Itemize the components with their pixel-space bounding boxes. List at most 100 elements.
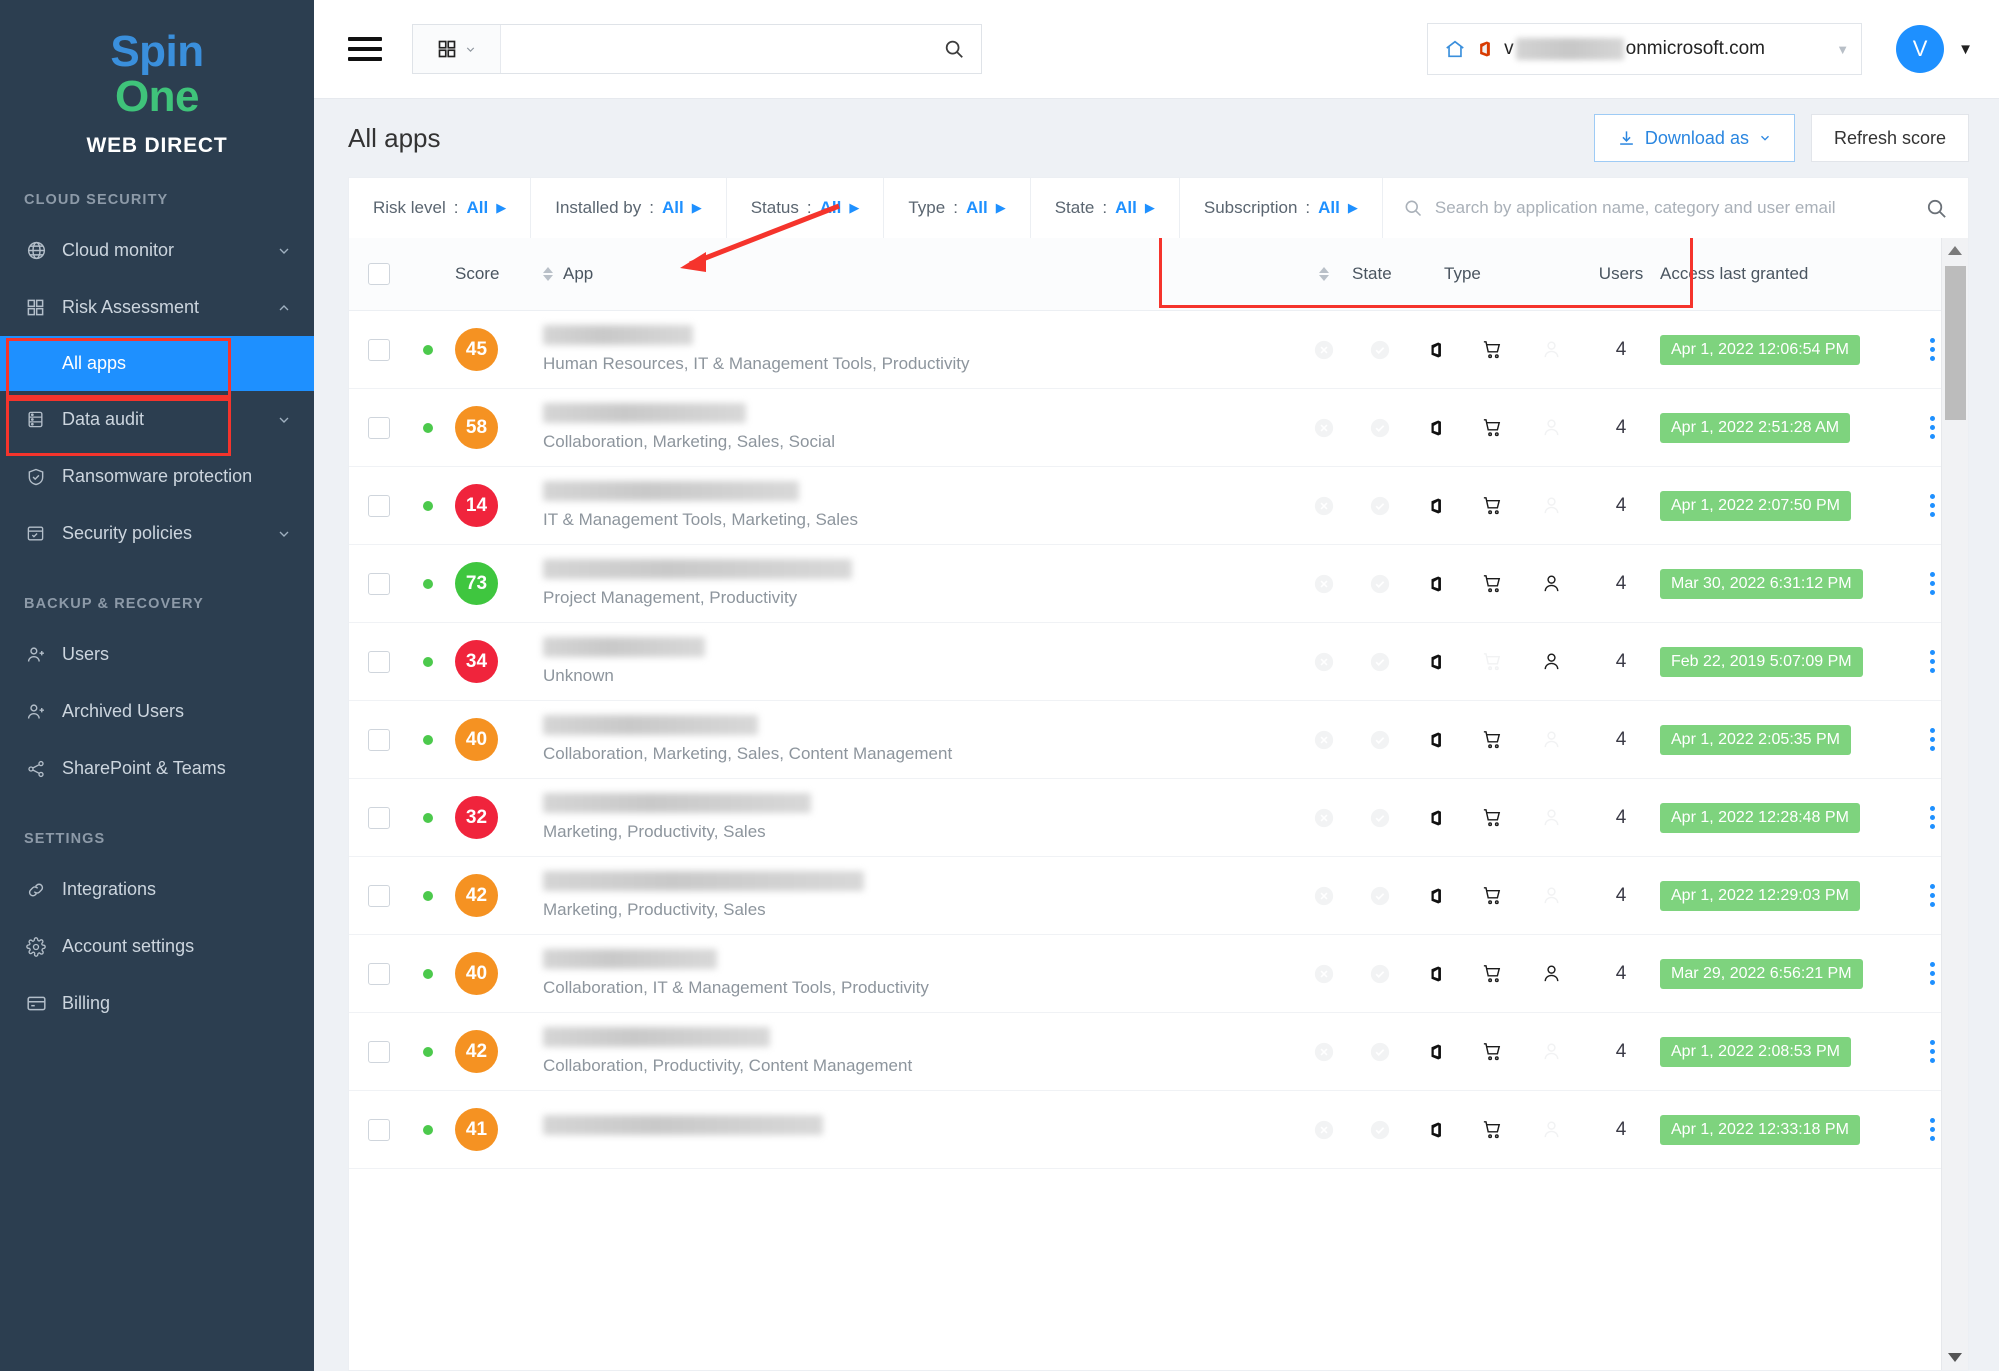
row-checkbox[interactable]: [368, 807, 390, 829]
check-circle-icon[interactable]: [1369, 495, 1391, 517]
tenant-selector[interactable]: v onmicrosoft.com ▼: [1427, 23, 1862, 75]
kebab-menu-icon[interactable]: [1930, 884, 1935, 907]
table-row[interactable]: 45Human Resources, IT & Management Tools…: [349, 311, 1968, 389]
app-cell[interactable]: Collaboration, Productivity, Content Man…: [533, 1027, 1296, 1076]
check-circle-icon[interactable]: [1369, 807, 1391, 829]
scroll-down-arrow-icon[interactable]: [1948, 1353, 1962, 1362]
state-disabled-cell[interactable]: [1296, 1119, 1352, 1141]
global-search-field[interactable]: [501, 25, 981, 73]
scrollbar-thumb[interactable]: [1945, 266, 1966, 420]
sort-app-icon[interactable]: [543, 267, 553, 281]
filter-state[interactable]: State: All ▶: [1031, 178, 1180, 238]
app-cell[interactable]: IT & Management Tools, Marketing, Sales: [533, 481, 1296, 530]
application-search-field[interactable]: [1383, 178, 1968, 238]
download-as-button[interactable]: Download as: [1594, 114, 1795, 162]
row-checkbox[interactable]: [368, 1041, 390, 1063]
table-row[interactable]: 42Collaboration, Productivity, Content M…: [349, 1013, 1968, 1091]
row-checkbox[interactable]: [368, 885, 390, 907]
caret-down-icon[interactable]: ▼: [1958, 41, 1973, 58]
check-circle-icon[interactable]: [1369, 885, 1391, 907]
x-circle-icon[interactable]: [1313, 885, 1335, 907]
state-enabled-cell[interactable]: [1352, 729, 1408, 751]
filter-status[interactable]: Status: All ▶: [727, 178, 885, 238]
state-disabled-cell[interactable]: [1296, 963, 1352, 985]
kebab-menu-icon[interactable]: [1930, 728, 1935, 751]
app-cell[interactable]: Collaboration, Marketing, Sales, Social: [533, 403, 1296, 452]
state-disabled-cell[interactable]: [1296, 573, 1352, 595]
x-circle-icon[interactable]: [1313, 339, 1335, 361]
x-circle-icon[interactable]: [1313, 807, 1335, 829]
state-disabled-cell[interactable]: [1296, 729, 1352, 751]
check-circle-icon[interactable]: [1369, 339, 1391, 361]
state-disabled-cell[interactable]: [1296, 885, 1352, 907]
state-enabled-cell[interactable]: [1352, 1119, 1408, 1141]
check-circle-icon[interactable]: [1369, 1041, 1391, 1063]
app-cell[interactable]: Project Management, Productivity: [533, 559, 1296, 608]
table-row[interactable]: 14IT & Management Tools, Marketing, Sale…: [349, 467, 1968, 545]
avatar[interactable]: V: [1896, 25, 1944, 73]
state-disabled-cell[interactable]: [1296, 651, 1352, 673]
row-checkbox[interactable]: [368, 573, 390, 595]
state-disabled-cell[interactable]: [1296, 1041, 1352, 1063]
check-circle-icon[interactable]: [1369, 651, 1391, 673]
state-disabled-cell[interactable]: [1296, 339, 1352, 361]
refresh-score-button[interactable]: Refresh score: [1811, 114, 1969, 162]
state-enabled-cell[interactable]: [1352, 963, 1408, 985]
state-disabled-cell[interactable]: [1296, 495, 1352, 517]
search-submit-icon[interactable]: [1925, 197, 1948, 220]
state-enabled-cell[interactable]: [1352, 1041, 1408, 1063]
check-circle-icon[interactable]: [1369, 573, 1391, 595]
sidebar-item-all-apps[interactable]: All apps: [0, 336, 314, 391]
apps-grid-button[interactable]: [413, 25, 501, 73]
app-cell[interactable]: Marketing, Productivity, Sales: [533, 793, 1296, 842]
sidebar-item-risk-assessment[interactable]: Risk Assessment: [0, 279, 314, 336]
state-enabled-cell[interactable]: [1352, 495, 1408, 517]
kebab-menu-icon[interactable]: [1930, 1118, 1935, 1141]
row-checkbox[interactable]: [368, 1119, 390, 1141]
table-row[interactable]: 40Collaboration, IT & Management Tools, …: [349, 935, 1968, 1013]
vertical-scrollbar[interactable]: [1941, 238, 1968, 1370]
row-checkbox[interactable]: [368, 339, 390, 361]
sidebar-item-users[interactable]: Users: [0, 626, 314, 683]
kebab-menu-icon[interactable]: [1930, 806, 1935, 829]
sidebar-item-integrations[interactable]: Integrations: [0, 861, 314, 918]
app-cell[interactable]: Collaboration, Marketing, Sales, Content…: [533, 715, 1296, 764]
sidebar-item-billing[interactable]: Billing: [0, 975, 314, 1032]
sidebar-item-sharepoint-teams[interactable]: SharePoint & Teams: [0, 740, 314, 797]
table-row[interactable]: 58Collaboration, Marketing, Sales, Socia…: [349, 389, 1968, 467]
x-circle-icon[interactable]: [1313, 495, 1335, 517]
state-enabled-cell[interactable]: [1352, 417, 1408, 439]
table-row[interactable]: 32Marketing, Productivity, Sales4Apr 1, …: [349, 779, 1968, 857]
row-checkbox[interactable]: [368, 495, 390, 517]
state-disabled-cell[interactable]: [1296, 417, 1352, 439]
sidebar-item-ransomware-protection[interactable]: Ransomware protection: [0, 448, 314, 505]
kebab-menu-icon[interactable]: [1930, 494, 1935, 517]
row-checkbox[interactable]: [368, 417, 390, 439]
filter-installed-by[interactable]: Installed by: All ▶: [531, 178, 726, 238]
app-cell[interactable]: Human Resources, IT & Management Tools, …: [533, 325, 1296, 374]
kebab-menu-icon[interactable]: [1930, 416, 1935, 439]
kebab-menu-icon[interactable]: [1930, 572, 1935, 595]
sort-state-icon[interactable]: [1319, 267, 1329, 281]
x-circle-icon[interactable]: [1313, 729, 1335, 751]
x-circle-icon[interactable]: [1313, 573, 1335, 595]
sidebar-item-archived-users[interactable]: Archived Users: [0, 683, 314, 740]
sidebar-item-security-policies[interactable]: Security policies: [0, 505, 314, 562]
x-circle-icon[interactable]: [1313, 1041, 1335, 1063]
chevron-down-icon[interactable]: ▼: [1836, 42, 1849, 57]
search-input[interactable]: [517, 39, 943, 59]
sidebar-item-account-settings[interactable]: Account settings: [0, 918, 314, 975]
x-circle-icon[interactable]: [1313, 1119, 1335, 1141]
table-row[interactable]: 42Marketing, Productivity, Sales4Apr 1, …: [349, 857, 1968, 935]
row-checkbox[interactable]: [368, 651, 390, 673]
state-enabled-cell[interactable]: [1352, 339, 1408, 361]
x-circle-icon[interactable]: [1313, 651, 1335, 673]
table-row[interactable]: 34Unknown4Feb 22, 2019 5:07:09 PM: [349, 623, 1968, 701]
filter-type[interactable]: Type: All ▶: [884, 178, 1030, 238]
app-cell[interactable]: Marketing, Productivity, Sales: [533, 871, 1296, 920]
state-enabled-cell[interactable]: [1352, 807, 1408, 829]
table-row[interactable]: 73Project Management, Productivity4Mar 3…: [349, 545, 1968, 623]
app-cell[interactable]: Collaboration, IT & Management Tools, Pr…: [533, 949, 1296, 998]
state-enabled-cell[interactable]: [1352, 651, 1408, 673]
check-circle-icon[interactable]: [1369, 1119, 1391, 1141]
